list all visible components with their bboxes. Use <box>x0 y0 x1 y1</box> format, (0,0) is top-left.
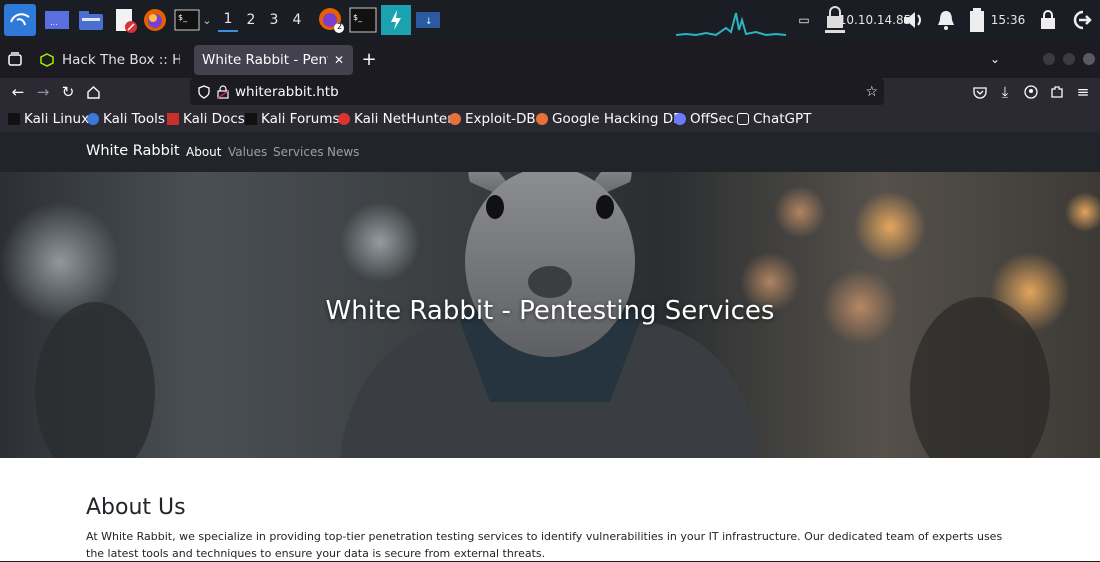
taskbar: ... $_ ⌄ 1 2 3 4 2 $_ ↓ ▭ 10.10.14.85 15… <box>0 0 1100 40</box>
lock-icon[interactable] <box>217 84 229 99</box>
nav-link-values[interactable]: Values <box>228 145 267 159</box>
terminal-task-icon[interactable]: $_ <box>348 5 378 35</box>
about-section: About Us At White Rabbit, we specialize … <box>0 458 1100 561</box>
svg-text:...: ... <box>50 18 58 27</box>
workspace-2[interactable]: 2 <box>241 8 261 32</box>
downloads-icon[interactable]: ⤓ <box>995 82 1015 102</box>
tab-title: White Rabbit - Pentest <box>202 52 328 68</box>
bookmark-kali-docs[interactable]: Kali Docs <box>167 110 245 128</box>
terminal-icon[interactable]: $_ <box>172 5 202 35</box>
extensions-icon[interactable] <box>1047 82 1067 102</box>
tab-list-icon[interactable] <box>5 49 25 69</box>
menu-icon[interactable]: ≡ <box>1073 82 1093 102</box>
bookmarks-toolbar: Kali Linux Kali Tools Kali Docs Kali For… <box>0 106 1100 132</box>
pocket-icon[interactable] <box>970 82 990 102</box>
exploit-db-icon <box>449 113 461 125</box>
kali-docs-icon <box>167 113 179 125</box>
forward-icon[interactable]: → <box>33 82 53 102</box>
kali-forums-icon <box>245 113 257 125</box>
bookmark-exploit-db[interactable]: Exploit-DB <box>449 110 536 128</box>
bookmark-label: Kali Forums <box>261 111 340 127</box>
close-window-button[interactable] <box>1083 53 1095 65</box>
chatgpt-icon <box>737 113 749 125</box>
kali-icon <box>8 113 20 125</box>
tab-bar: Hack The Box :: Hack White Rabbit - Pent… <box>0 40 1100 78</box>
tab-hack-the-box[interactable]: Hack The Box :: Hack <box>32 45 188 75</box>
kali-menu-icon[interactable] <box>4 4 36 36</box>
bookmark-label: OffSec <box>690 111 735 127</box>
bookmark-label: Exploit-DB <box>465 111 536 127</box>
offsec-icon <box>674 113 686 125</box>
chevron-down-icon[interactable]: ⌄ <box>200 5 214 35</box>
bookmark-star-icon[interactable]: ☆ <box>865 84 878 100</box>
desktop-icon[interactable]: ... <box>42 5 72 35</box>
maximize-button[interactable] <box>1063 53 1075 65</box>
svg-text:$_: $_ <box>353 13 363 22</box>
workspace-4[interactable]: 4 <box>287 8 307 32</box>
url-text: whiterabbit.htb <box>235 83 339 100</box>
bookmark-kali-linux[interactable]: Kali Linux <box>8 110 89 128</box>
bookmark-label: Kali NetHunter <box>354 111 453 127</box>
battery-icon <box>966 5 988 35</box>
bookmark-label: Kali Linux <box>24 111 90 127</box>
lock-screen-icon[interactable] <box>1036 5 1060 35</box>
nav-link-about[interactable]: About <box>186 145 221 159</box>
back-icon[interactable]: ← <box>8 82 28 102</box>
logout-icon[interactable] <box>1068 5 1094 35</box>
close-tab-icon[interactable]: ✕ <box>334 53 344 67</box>
burp-icon[interactable] <box>381 5 411 35</box>
notifications-icon[interactable] <box>932 5 960 35</box>
bookmark-google-hacking-db[interactable]: Google Hacking DB <box>536 110 682 128</box>
ip-address: 10.10.14.85 <box>838 13 912 27</box>
display-icon[interactable]: ▭ <box>796 5 812 35</box>
hero-banner: White Rabbit - Pentesting Services <box>0 172 1100 458</box>
site-navbar: White Rabbit About Values Services News <box>0 132 1100 172</box>
file-manager-icon[interactable] <box>76 5 106 35</box>
minimize-button[interactable] <box>1043 53 1055 65</box>
firefox-task-icon[interactable]: 2 <box>316 5 346 35</box>
svg-text:↓: ↓ <box>425 17 433 27</box>
bookmark-label: Kali Tools <box>103 111 165 127</box>
nav-link-news[interactable]: News <box>327 145 359 159</box>
bookmark-chatgpt[interactable]: ChatGPT <box>737 110 811 128</box>
text-editor-icon[interactable] <box>110 5 140 35</box>
bookmark-kali-forums[interactable]: Kali Forums <box>245 110 340 128</box>
volume-icon[interactable] <box>900 5 928 35</box>
kali-tools-icon <box>87 113 99 125</box>
workspace-1[interactable]: 1 <box>218 8 238 32</box>
network-graph-icon <box>676 12 786 36</box>
bookmark-label: ChatGPT <box>753 111 812 127</box>
bookmark-kali-tools[interactable]: Kali Tools <box>87 110 165 128</box>
account-icon[interactable] <box>1021 82 1041 102</box>
about-text: At White Rabbit, we specialize in provid… <box>86 530 1003 560</box>
bookmark-label: Kali Docs <box>183 111 245 127</box>
nav-link-services[interactable]: Services <box>273 145 324 159</box>
site-brand[interactable]: White Rabbit <box>86 143 180 159</box>
chevron-down-icon[interactable]: ⌄ <box>985 49 1005 69</box>
hackthebox-icon <box>40 53 54 67</box>
bookmark-offsec[interactable]: OffSec <box>674 110 734 128</box>
svg-text:$_: $_ <box>178 13 188 22</box>
tab-white-rabbit[interactable]: White Rabbit - Pentest ✕ <box>194 45 353 75</box>
download-task-icon[interactable]: ↓ <box>414 5 442 35</box>
navigation-toolbar: ← → ↻ whiterabbit.htb ☆ ⤓ ≡ <box>0 78 1100 106</box>
new-tab-icon[interactable]: + <box>359 49 379 70</box>
hero-title: White Rabbit - Pentesting Services <box>325 296 775 326</box>
bookmark-kali-nethunter[interactable]: Kali NetHunter <box>338 110 453 128</box>
firefox-icon[interactable] <box>140 5 170 35</box>
bookmark-label: Google Hacking DB <box>552 111 683 127</box>
workspace-3[interactable]: 3 <box>264 8 284 32</box>
shield-icon[interactable] <box>198 84 210 99</box>
firefox-badge: 2 <box>337 22 343 31</box>
clock: 15:36 <box>990 13 1026 27</box>
ghdb-icon <box>536 113 548 125</box>
nethunter-icon <box>338 113 350 125</box>
about-heading: About Us <box>86 495 186 520</box>
reload-icon[interactable]: ↻ <box>58 82 78 102</box>
url-bar[interactable]: whiterabbit.htb ☆ <box>190 78 884 105</box>
home-icon[interactable] <box>83 82 103 102</box>
tab-title: Hack The Box :: Hack <box>62 52 180 68</box>
